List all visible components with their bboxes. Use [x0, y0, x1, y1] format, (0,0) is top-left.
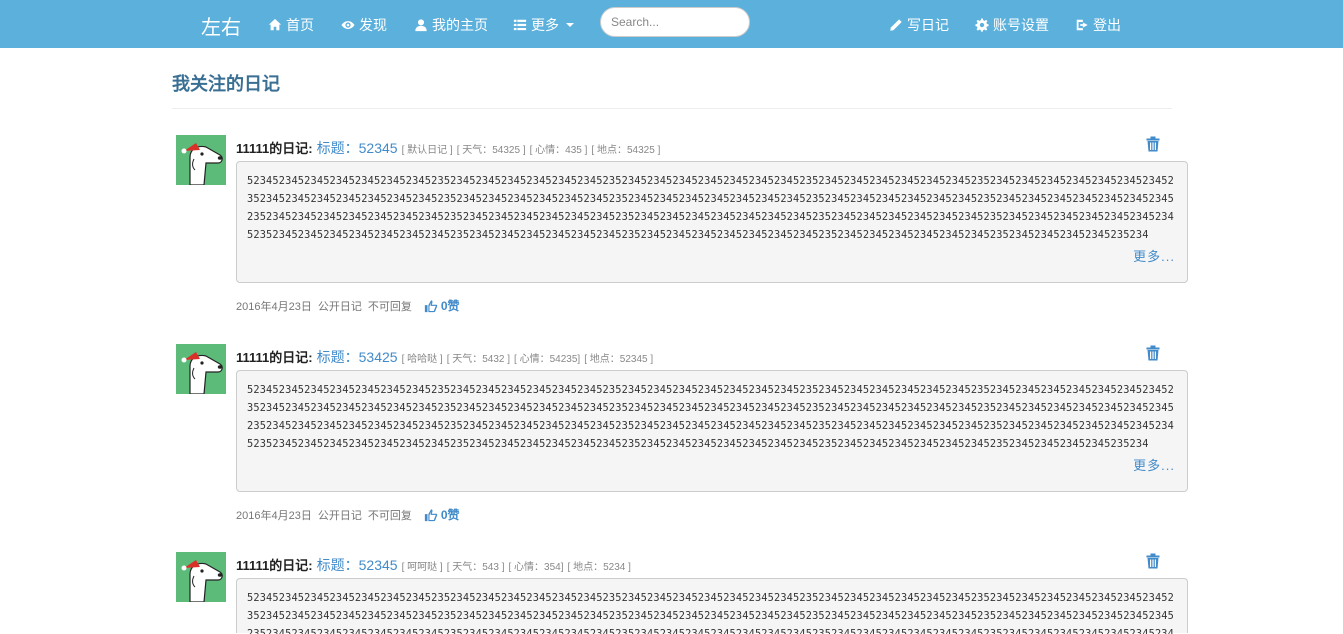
entry-content-box: 5234523452345234523452345234523523452345…	[236, 161, 1188, 283]
avatar[interactable]	[176, 344, 226, 394]
entry-location: [ 地点：52345 ]	[584, 354, 654, 365]
entry-author[interactable]: 11111的日记:	[236, 347, 313, 366]
entry-mood: [ 心情：354]	[508, 562, 564, 573]
logout-icon	[1076, 19, 1088, 31]
entry-meta: 11111的日记: 标题：52345 [ 呵呵哒 ] [ 天气：543 ] [ …	[236, 555, 631, 575]
entry-visibility: 公开日记	[317, 300, 362, 313]
entry-meta: 11111的日记: 标题：52345 [ 默认日记 ] [ 天气：54325 ]…	[236, 138, 660, 158]
caret-down-icon	[566, 23, 574, 27]
entry-date: 2016年4月23日	[236, 509, 312, 522]
more-link[interactable]: 更多...	[1133, 246, 1175, 265]
entry-content-box: 5234523452345234523452345234523523452345…	[236, 370, 1188, 492]
nav-account-settings-label: 账号设置	[993, 17, 1049, 33]
entry-content: 5234523452345234523452345234523523452345…	[247, 384, 1174, 450]
page-title: 我关注的日记	[172, 74, 280, 94]
entry-weather: [ 天气：54325 ]	[456, 145, 526, 156]
nav-home[interactable]: 首页	[268, 15, 314, 35]
entry-reply-status: 不可回复	[367, 509, 412, 522]
nav-discover-label: 发现	[359, 17, 387, 33]
brand-logo[interactable]: 左右	[201, 11, 241, 40]
entry-content: 5234523452345234523452345234523523452345…	[247, 175, 1174, 241]
entry-category: [ 呵呵哒 ]	[401, 562, 443, 573]
eye-icon	[341, 21, 355, 29]
nav-discover[interactable]: 发现	[341, 15, 387, 35]
entry-mood: [ 心情：54235]	[514, 354, 581, 365]
trash-icon[interactable]	[1145, 136, 1161, 152]
entry-title[interactable]: 标题：52345	[317, 555, 398, 575]
entry-location: [ 地点：54325 ]	[591, 145, 661, 156]
trash-icon[interactable]	[1145, 553, 1161, 569]
entry-visibility: 公开日记	[317, 509, 362, 522]
nav-write-diary[interactable]: 写日记	[889, 15, 949, 35]
nav-more-dropdown[interactable]: 更多	[513, 15, 574, 35]
title-divider	[172, 108, 1172, 109]
like-count: 0赞	[440, 508, 460, 522]
nav-write-diary-label: 写日记	[907, 17, 949, 33]
entry-category: [ 哈哈哒 ]	[401, 354, 443, 365]
entry-weather: [ 天气：543 ]	[446, 562, 505, 573]
entry-content-box: 5234523452345234523452345234523523452345…	[236, 578, 1188, 634]
entry-category: [ 默认日记 ]	[401, 145, 453, 156]
entry-meta: 11111的日记: 标题：53425 [ 哈哈哒 ] [ 天气：5432 ] […	[236, 347, 653, 367]
thumbs-up-icon	[424, 508, 438, 521]
avatar[interactable]	[176, 552, 226, 602]
user-icon	[415, 19, 427, 32]
entry-author[interactable]: 11111的日记:	[236, 555, 313, 574]
gear-icon	[975, 18, 989, 32]
nav-more-label: 更多	[531, 17, 559, 33]
like-count: 0赞	[440, 299, 460, 313]
nav-logout-label: 登出	[1093, 17, 1121, 33]
entry-title[interactable]: 标题：53425	[317, 347, 398, 367]
nav-home-label: 首页	[286, 17, 314, 33]
trash-icon[interactable]	[1145, 345, 1161, 361]
entry-footer: 2016年4月23日 公开日记 不可回复 0赞	[236, 506, 466, 523]
entry-reply-status: 不可回复	[367, 300, 412, 313]
entry-weather: [ 天气：5432 ]	[446, 354, 511, 365]
entry-title[interactable]: 标题：52345	[317, 138, 398, 158]
entry-content: 5234523452345234523452345234523523452345…	[247, 592, 1174, 634]
nav-logout[interactable]: 登出	[1075, 15, 1121, 35]
entry-footer: 2016年4月23日 公开日记 不可回复 0赞	[236, 297, 466, 314]
search-input[interactable]	[600, 7, 750, 37]
list-icon	[513, 19, 527, 31]
like-button[interactable]: 0赞	[424, 506, 466, 523]
more-link[interactable]: 更多...	[1133, 455, 1175, 474]
home-icon	[268, 18, 282, 31]
nav-account-settings[interactable]: 账号设置	[975, 15, 1049, 35]
entry-date: 2016年4月23日	[236, 300, 312, 313]
thumbs-up-icon	[424, 299, 438, 312]
entry-location: [ 地点：5234 ]	[567, 562, 631, 573]
entry-author[interactable]: 11111的日记:	[236, 138, 313, 157]
like-button[interactable]: 0赞	[424, 297, 466, 314]
pencil-icon	[890, 19, 902, 31]
entry-mood: [ 心情：435 ]	[529, 145, 588, 156]
avatar[interactable]	[176, 135, 226, 185]
top-navbar: 左右 首页 发现 我的主页 更多 写日记 账号设置 登出	[0, 0, 1343, 48]
nav-my-homepage[interactable]: 我的主页	[414, 15, 488, 35]
nav-my-homepage-label: 我的主页	[432, 17, 488, 33]
